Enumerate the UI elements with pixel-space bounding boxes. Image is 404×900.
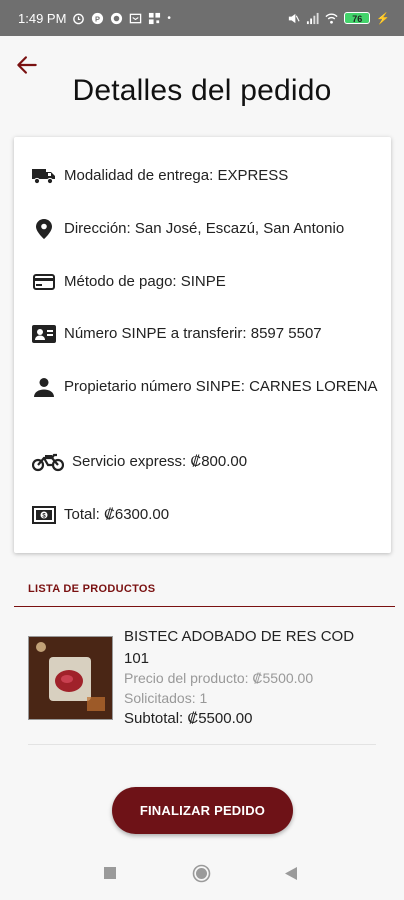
- product-quantity: Solicitados: 1: [124, 690, 208, 706]
- payment-row: Método de pago: SINPE: [32, 271, 384, 293]
- whatsapp-icon: [111, 12, 123, 24]
- system-nav-bar: [0, 850, 404, 900]
- sinpe-number-row: Número SINPE a transferir: 8597 5507: [32, 323, 384, 345]
- battery-indicator: 76: [344, 12, 371, 24]
- delivery-address: Dirección: San José, Escazú, San Antonio: [64, 220, 345, 237]
- back-nav-icon[interactable]: [284, 866, 298, 881]
- payment-method: Método de pago: SINPE: [64, 273, 226, 290]
- products-section-title: LISTA DE PRODUCTOS: [28, 583, 156, 595]
- order-total: Total: ₡6300.00: [64, 506, 170, 523]
- sinpe-owner-row: Propietario número SINPE: CARNES LORENA: [32, 376, 384, 398]
- location-pin-icon: [32, 218, 56, 240]
- app-notification-icon: P: [92, 12, 104, 24]
- person-icon: [32, 376, 56, 398]
- home-icon[interactable]: [192, 864, 211, 883]
- express-fee: Servicio express: ₡800.00: [72, 453, 248, 470]
- charging-icon: ⚡: [376, 12, 390, 25]
- product-image: [28, 636, 113, 720]
- cash-icon: $: [32, 504, 56, 526]
- product-name: BISTEC ADOBADO DE RES COD 101: [124, 628, 355, 667]
- product-price: Precio del producto: ₡5500.00: [124, 670, 314, 686]
- product-subtotal: Subtotal: ₡5500.00: [124, 710, 253, 727]
- qr-icon: [149, 12, 161, 24]
- recents-icon[interactable]: [103, 866, 117, 880]
- credit-card-icon: [32, 271, 56, 293]
- motorcycle-icon: [32, 451, 64, 473]
- list-item[interactable]: BISTEC ADOBADO DE RES COD 101 Precio del…: [28, 620, 388, 744]
- total-row: $ Total: ₡6300.00: [32, 504, 384, 526]
- finish-order-button[interactable]: FINALIZAR PEDIDO: [112, 787, 293, 834]
- alarm-icon: [73, 13, 85, 24]
- cast-icon: [130, 13, 142, 23]
- signal-icon: [307, 12, 319, 24]
- page-title: Detalles del pedido: [72, 74, 332, 107]
- mute-icon: [289, 13, 300, 23]
- order-details-card: Modalidad de entrega: EXPRESS Dirección:…: [14, 137, 391, 553]
- more-dot-icon: •: [167, 12, 171, 24]
- status-bar: 1:49 PM P • 76 ⚡: [0, 0, 404, 36]
- delivery-row: Modalidad de entrega: EXPRESS: [32, 165, 384, 187]
- contact-card-icon: [32, 323, 56, 345]
- sinpe-number: Número SINPE a transferir: 8597 5507: [64, 325, 322, 342]
- express-fee-row: Servicio express: ₡800.00: [32, 451, 372, 473]
- address-row: Dirección: San José, Escazú, San Antonio: [32, 218, 384, 240]
- section-divider: [14, 606, 395, 607]
- wifi-icon: [325, 13, 338, 24]
- delivery-mode: Modalidad de entrega: EXPRESS: [64, 167, 289, 184]
- app-bar: Detalles del pedido: [0, 36, 404, 132]
- truck-icon: [32, 165, 56, 187]
- product-divider: [28, 744, 376, 745]
- sinpe-owner: Propietario número SINPE: CARNES LORENA: [64, 378, 378, 395]
- status-time: 1:49 PM: [18, 10, 67, 26]
- svg-text:P: P: [95, 14, 100, 23]
